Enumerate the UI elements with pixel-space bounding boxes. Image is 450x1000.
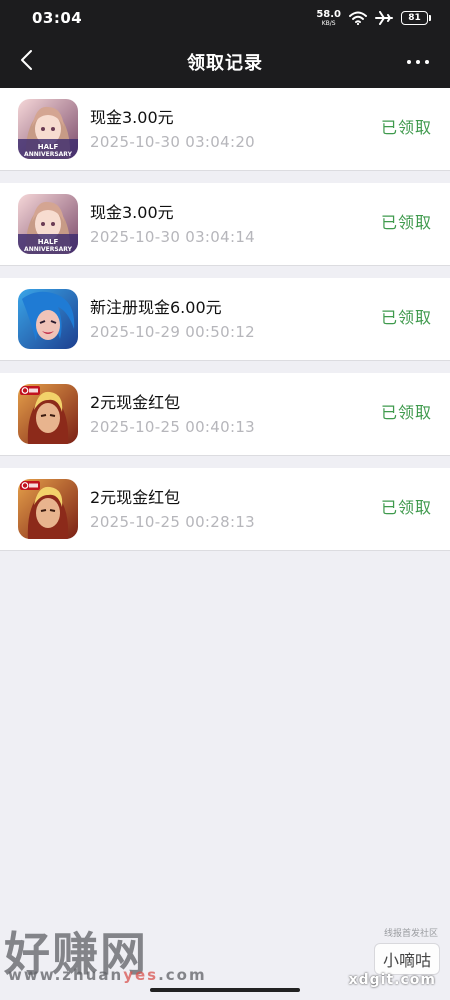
record-time: 2025-10-30 03:04:14 (90, 228, 256, 246)
record-status: 已领取 (380, 308, 432, 327)
network-speed: 58.0 KB/S (316, 8, 341, 27)
wifi-icon (349, 11, 367, 25)
svg-text:ANNIVERSARY: ANNIVERSARY (24, 246, 73, 253)
watermark-right-url: xdgit.com (348, 972, 436, 988)
network-speed-value: 58.0 (316, 8, 341, 20)
record-info: 新注册现金6.00元 2025-10-29 00:50:12 (90, 297, 255, 343)
battery-icon: 81 (401, 11, 431, 25)
record-info: 2元现金红包 2025-10-25 00:40:13 (90, 392, 255, 438)
record-info: 现金3.00元 2025-10-30 03:04:14 (90, 202, 255, 248)
network-speed-unit: KB/S (321, 19, 336, 27)
record-item[interactable]: HALF ANNIVERSARY 现金3.00元 2025-10-30 03:0… (0, 88, 450, 171)
anime-girl-half-anniversary-app-icon: HALF ANNIVERSARY (18, 99, 78, 159)
status-time: 03:04 (32, 9, 83, 27)
watermark-right-subtitle: 线报首发社区 (383, 929, 438, 939)
record-item[interactable]: 2元现金红包 2025-10-25 00:40:13 已领取 (0, 373, 450, 456)
svg-text:ANNIVERSARY: ANNIVERSARY (24, 151, 73, 158)
watermark-right-badge: 小嘀咕 (373, 943, 440, 975)
more-options-button[interactable] (404, 50, 432, 74)
record-status: 已领取 (380, 118, 432, 137)
airplane-icon (375, 11, 393, 25)
battery-level: 81 (408, 13, 421, 23)
back-button[interactable] (12, 48, 40, 76)
record-time: 2025-10-25 00:28:13 (90, 513, 256, 531)
hero-anniversary-app-icon (18, 479, 78, 539)
record-item[interactable]: HALF ANNIVERSARY 现金3.00元 2025-10-30 03:0… (0, 183, 450, 266)
record-status: 已领取 (380, 403, 432, 422)
hero-anniversary-app-icon (18, 384, 78, 444)
record-status: 已领取 (380, 213, 432, 232)
record-title: 现金3.00元 (90, 108, 174, 127)
svg-text:HALF: HALF (38, 143, 59, 151)
app-header: 领取记录 (0, 36, 450, 88)
record-title: 2元现金红包 (90, 393, 181, 412)
watermark-left-url: www.zhuanyes.com (8, 966, 207, 984)
blue-hair-character-app-icon (18, 289, 78, 349)
watermark-left-url-c: .com (158, 966, 207, 984)
record-item[interactable]: 新注册现金6.00元 2025-10-29 00:50:12 已领取 (0, 278, 450, 361)
record-time: 2025-10-29 00:50:12 (90, 323, 256, 341)
record-time: 2025-10-25 00:40:13 (90, 418, 256, 436)
watermark-left-url-b: yes (123, 966, 159, 984)
chevron-left-icon (19, 49, 33, 75)
record-status: 已领取 (380, 498, 432, 517)
svg-text:HALF: HALF (38, 238, 59, 246)
record-title: 新注册现金6.00元 (90, 298, 222, 317)
record-title: 现金3.00元 (90, 203, 174, 222)
record-info: 2元现金红包 2025-10-25 00:28:13 (90, 487, 255, 533)
status-icons: 58.0 KB/S 81 (316, 8, 431, 27)
page-title: 领取记录 (187, 53, 263, 74)
home-indicator[interactable] (150, 988, 300, 992)
record-time: 2025-10-30 03:04:20 (90, 133, 256, 151)
watermark-left-url-a: www.zhuan (8, 966, 124, 984)
status-bar: 03:04 58.0 KB/S 81 (0, 0, 450, 36)
more-dots-icon (407, 60, 429, 64)
record-item[interactable]: 2元现金红包 2025-10-25 00:28:13 已领取 (0, 468, 450, 551)
record-list: HALF ANNIVERSARY 现金3.00元 2025-10-30 03:0… (0, 88, 450, 563)
record-title: 2元现金红包 (90, 488, 181, 507)
anime-girl-half-anniversary-app-icon: HALF ANNIVERSARY (18, 194, 78, 254)
record-info: 现金3.00元 2025-10-30 03:04:20 (90, 107, 255, 153)
